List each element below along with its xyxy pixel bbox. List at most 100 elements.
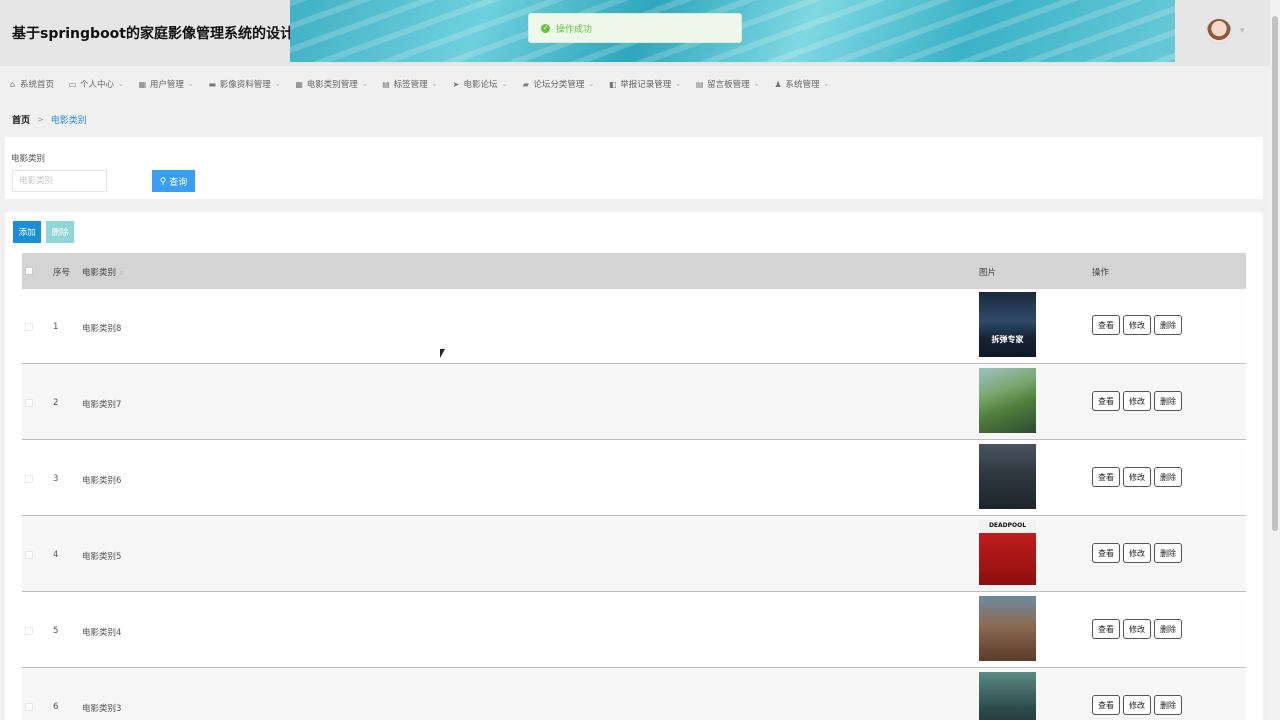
edit-button[interactable]: 修改: [1123, 467, 1151, 487]
chevron-down-icon: ⌄: [588, 80, 595, 88]
row-poster-image: [979, 596, 1036, 661]
column-header-name[interactable]: 电影类别 ⇵: [82, 266, 124, 278]
row-index: 3: [53, 474, 59, 484]
row-poster-image: [979, 368, 1036, 433]
row-actions: 查看 修改 删除: [1092, 467, 1182, 487]
nav-item-tags[interactable]: ▤ 标签管理 ⌄: [382, 78, 438, 91]
row-checkbox[interactable]: [25, 323, 33, 331]
nav-item-label: 论坛分类管理: [533, 80, 585, 90]
edit-button[interactable]: 修改: [1123, 695, 1151, 715]
view-button[interactable]: 查看: [1092, 543, 1120, 563]
grid-icon: ▦: [138, 79, 147, 89]
view-button[interactable]: 查看: [1092, 391, 1120, 411]
nav-item-label: 电影论坛: [463, 80, 498, 90]
nav-item-home[interactable]: ⌂ 系统首页: [8, 78, 55, 91]
delete-selected-button[interactable]: 删除: [46, 221, 74, 243]
delete-button[interactable]: 删除: [1154, 695, 1182, 715]
nav-item-profile[interactable]: ▭ 个人中心 ⌄: [68, 78, 124, 91]
chevron-down-icon[interactable]: ▾: [1240, 26, 1245, 36]
row-index: 4: [53, 550, 59, 560]
search-input[interactable]: [12, 170, 107, 192]
row-index: 2: [53, 398, 59, 408]
search-button[interactable]: ⚲ 查询: [152, 170, 195, 192]
edit-button[interactable]: 修改: [1123, 391, 1151, 411]
search-panel: 电影类别 ⚲ 查询: [5, 137, 1263, 199]
nav-item-media[interactable]: ▬ 影像资料管理 ⌄: [208, 78, 281, 91]
delete-button[interactable]: 删除: [1154, 315, 1182, 335]
row-actions: 查看 修改 删除: [1092, 619, 1182, 639]
table-row: 3 电影类别6 查看 修改 删除: [22, 441, 1246, 516]
nav-item-forum[interactable]: ➤ 电影论坛 ⌄: [451, 78, 508, 91]
row-actions: 查看 修改 删除: [1092, 315, 1182, 335]
row-checkbox[interactable]: [25, 703, 33, 711]
edit-button[interactable]: 修改: [1123, 543, 1151, 563]
nav-item-users[interactable]: ▦ 用户管理 ⌄: [138, 78, 194, 91]
breadcrumb: 首页 > 电影类别: [12, 113, 87, 126]
top-nav: ⌂ 系统首页 ▭ 个人中心 ⌄ ▦ 用户管理 ⌄ ▬ 影像资料管理 ⌄ ▦ 电影…: [0, 74, 1268, 94]
select-all-checkbox[interactable]: [25, 267, 33, 275]
column-header-name-label: 电影类别: [82, 268, 117, 278]
mouse-cursor-icon: [440, 349, 445, 358]
poster-caption: DEADPOOL: [988, 522, 1027, 529]
chevron-down-icon: ⌄: [753, 80, 760, 88]
delete-button[interactable]: 删除: [1154, 467, 1182, 487]
grid-icon: ▦: [295, 79, 303, 89]
nav-item-forum-category[interactable]: ▰ 论坛分类管理 ⌄: [521, 78, 595, 91]
view-button[interactable]: 查看: [1092, 619, 1120, 639]
chat-icon: ▬: [208, 79, 217, 89]
sort-icon[interactable]: ⇵: [119, 270, 124, 277]
row-name: 电影类别6: [82, 476, 122, 486]
page-scrollbar[interactable]: [1270, 0, 1280, 720]
shop-icon: ◧: [608, 79, 617, 89]
chevron-down-icon: ⌄: [361, 80, 368, 88]
row-poster-image: 拆弹专家: [979, 292, 1036, 357]
success-toast: ✓ 操作成功: [528, 13, 742, 43]
nav-item-movie-category[interactable]: ▦ 电影类别管理 ⌄: [295, 78, 368, 91]
nav-item-label: 系统首页: [20, 80, 55, 90]
chevron-down-icon: ⌄: [823, 80, 830, 88]
row-name: 电影类别8: [82, 324, 122, 334]
column-header-image: 图片: [979, 268, 997, 278]
view-button[interactable]: 查看: [1092, 467, 1120, 487]
search-icon: ⚲: [159, 175, 167, 186]
table-row: 5 电影类别4 查看 修改 删除: [22, 593, 1246, 668]
toast-message: 操作成功: [556, 24, 593, 35]
row-poster-image: [979, 672, 1036, 720]
breadcrumb-home[interactable]: 首页: [12, 113, 30, 126]
nav-item-label: 系统管理: [785, 80, 820, 90]
row-checkbox[interactable]: [25, 475, 33, 483]
user-avatar[interactable]: [1206, 18, 1232, 44]
row-poster-image: DEADPOOL: [979, 520, 1036, 585]
chevron-down-icon: ⌄: [501, 80, 508, 88]
breadcrumb-separator: >: [37, 115, 44, 124]
user-icon: ♟: [774, 79, 782, 89]
chevron-down-icon: ⌄: [118, 80, 124, 88]
nav-item-reports[interactable]: ◧ 举报记录管理 ⌄: [608, 78, 682, 91]
edit-button[interactable]: 修改: [1123, 619, 1151, 639]
delete-button[interactable]: 删除: [1154, 619, 1182, 639]
nav-item-system[interactable]: ♟ 系统管理 ⌄: [774, 78, 830, 91]
delete-button[interactable]: 删除: [1154, 543, 1182, 563]
row-checkbox[interactable]: [25, 399, 33, 407]
row-checkbox[interactable]: [25, 627, 33, 635]
home-icon: ⌂: [9, 79, 16, 89]
nav-item-label: 举报记录管理: [620, 80, 672, 90]
chevron-down-icon: ⌄: [675, 80, 682, 88]
send-icon: ➤: [452, 79, 460, 89]
calendar-icon: ▭: [68, 79, 77, 89]
add-button[interactable]: 添加: [13, 221, 41, 243]
delete-button[interactable]: 删除: [1154, 391, 1182, 411]
view-button[interactable]: 查看: [1092, 695, 1120, 715]
nav-item-label: 留言板管理: [707, 80, 750, 90]
row-checkbox[interactable]: [25, 551, 33, 559]
table-row: 6 电影类别3 查看 修改 删除: [22, 669, 1246, 720]
scrollbar-thumb[interactable]: [1272, 16, 1278, 531]
edit-button[interactable]: 修改: [1123, 315, 1151, 335]
row-name: 电影类别4: [82, 628, 122, 638]
app-title: 基于springboot的家庭影像管理系统的设计与实现: [12, 26, 336, 42]
chevron-down-icon: ⌄: [431, 80, 438, 88]
table-header: 序号 电影类别 ⇵ 图片 操作: [22, 253, 1246, 289]
view-button[interactable]: 查看: [1092, 315, 1120, 335]
nav-item-messages[interactable]: ▤ 留言板管理 ⌄: [695, 78, 760, 91]
document-icon: ▤: [382, 79, 390, 89]
